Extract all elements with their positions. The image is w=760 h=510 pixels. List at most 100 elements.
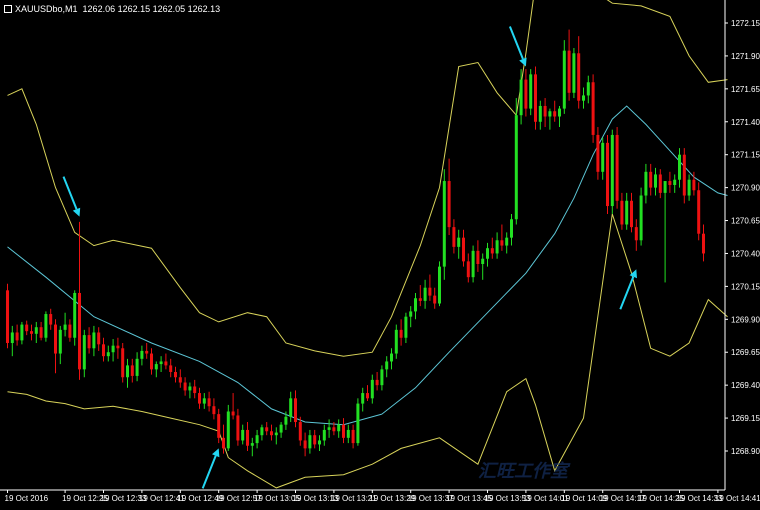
candle-body <box>697 190 701 234</box>
candle <box>438 261 441 307</box>
candle <box>639 187 643 246</box>
ohlc-readout: 1262.06 1262.15 1262.05 1262.13 <box>82 4 221 14</box>
candle-body <box>30 331 33 334</box>
candle-body <box>428 287 432 296</box>
candle-body <box>44 314 48 338</box>
candle-body <box>102 344 105 357</box>
candle <box>606 134 609 214</box>
candle-body <box>217 414 221 438</box>
price-tick-label: 1271.90 <box>731 52 760 61</box>
candle-body <box>505 237 509 246</box>
candle-body <box>361 393 365 404</box>
time-tick-label: 19 Oct 14:41 <box>715 494 760 503</box>
candle-body <box>663 181 667 193</box>
candle-body <box>490 248 494 254</box>
candle-body <box>212 406 216 415</box>
candle <box>610 129 614 214</box>
candle-body <box>543 105 547 117</box>
candle-body <box>97 332 101 345</box>
candle-body <box>279 424 283 433</box>
candle-body <box>140 350 144 359</box>
candle-body <box>308 435 312 449</box>
candle-body <box>265 427 269 432</box>
candle-body <box>510 219 513 238</box>
candle-body <box>270 431 273 436</box>
candle-body <box>634 227 638 241</box>
candle-body <box>116 345 120 349</box>
candle-body <box>639 195 643 241</box>
candle-body <box>327 427 331 430</box>
price-tick-label: 1272.15 <box>731 19 760 28</box>
price-tick-label: 1270.65 <box>731 217 760 226</box>
candle-body <box>385 361 389 370</box>
candle-body <box>409 311 413 317</box>
symbol-timeframe: XAUUSDbo,M1 <box>15 4 78 14</box>
candle <box>682 148 686 204</box>
candle-body <box>318 440 321 445</box>
chart-header: XAUUSDbo,M1 1262.06 1262.15 1262.05 1262… <box>4 4 220 14</box>
candle-body <box>73 292 77 338</box>
candle-body <box>202 398 206 404</box>
candle-body <box>178 377 182 383</box>
candle-body <box>313 435 317 445</box>
candle-body <box>34 327 38 334</box>
price-tick-label: 1270.40 <box>731 249 760 258</box>
candle-body <box>198 393 201 404</box>
candle-body <box>6 290 9 344</box>
candle-body <box>174 371 177 378</box>
candle-body <box>606 142 609 207</box>
price-tick-label: 1269.90 <box>731 315 760 324</box>
candle <box>697 182 701 241</box>
candle-body <box>577 53 581 101</box>
candle-body <box>457 237 461 247</box>
candle-body <box>644 171 648 196</box>
candle-body <box>241 429 245 441</box>
candle-body <box>54 324 57 354</box>
candle-body <box>274 432 278 436</box>
candle-body <box>654 174 657 188</box>
candle <box>442 169 446 280</box>
candle-body <box>658 174 662 193</box>
candle <box>6 283 9 349</box>
candle <box>514 98 518 225</box>
candle-body <box>514 115 518 220</box>
candle-body <box>135 358 139 376</box>
candle-body <box>572 53 576 93</box>
candle-body <box>78 292 81 370</box>
candle-body <box>356 403 360 444</box>
candle-body <box>433 295 437 304</box>
chart-window[interactable]: 汇旺工作室 1272.15 1271.90 1271.65 1271.40 1271.1… <box>0 0 760 510</box>
candle-body <box>246 429 249 446</box>
candle-body <box>678 154 681 180</box>
candle <box>356 398 360 446</box>
price-chart[interactable]: 汇旺工作室 1272.15 1271.90 1271.65 1271.40 1271.1… <box>0 0 760 510</box>
watermark-text: 汇旺工作室 <box>478 461 571 482</box>
candle-body <box>159 361 163 365</box>
candle-body <box>255 435 259 444</box>
candle-body <box>668 181 672 185</box>
price-tick-label: 1271.15 <box>731 151 760 160</box>
candle-body <box>164 361 168 366</box>
candle-body <box>351 429 355 444</box>
candle-body <box>394 329 398 354</box>
candle-body <box>82 335 86 370</box>
chart-menu-icon[interactable] <box>4 5 12 13</box>
candle-body <box>226 411 230 449</box>
chart-background <box>0 0 760 510</box>
candle-body <box>702 233 705 254</box>
candle-body <box>39 327 43 338</box>
candle-body <box>553 111 557 117</box>
candle-body <box>63 324 67 330</box>
candle-body <box>207 398 211 407</box>
price-tick-label: 1271.40 <box>731 118 760 127</box>
price-tick-label: 1269.65 <box>731 348 760 357</box>
candle-body <box>106 352 110 357</box>
candle-body <box>423 287 427 301</box>
price-tick-label: 1271.65 <box>731 85 760 94</box>
candle-body <box>625 200 629 225</box>
candle-body <box>562 50 566 109</box>
candle-body <box>687 179 691 196</box>
candle-body <box>346 429 350 438</box>
candle-body <box>476 250 480 264</box>
candle <box>572 48 576 99</box>
